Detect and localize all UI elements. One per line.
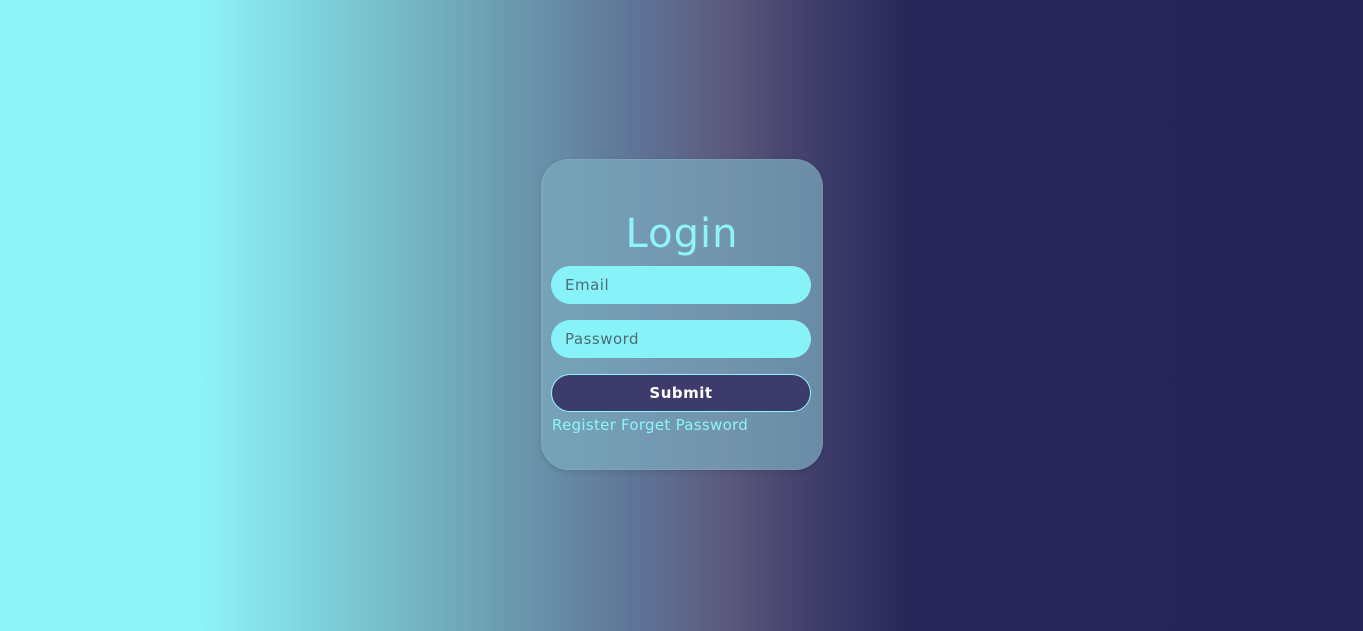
login-card: Login Submit Register Forget Password: [541, 159, 823, 470]
auth-links: Register Forget Password: [552, 416, 748, 434]
submit-button[interactable]: Submit: [551, 374, 811, 412]
forget-password-link[interactable]: Forget Password: [621, 416, 748, 434]
page-title: Login: [625, 211, 739, 257]
email-field[interactable]: [551, 266, 811, 304]
register-link[interactable]: Register: [552, 416, 616, 434]
password-field[interactable]: [551, 320, 811, 358]
